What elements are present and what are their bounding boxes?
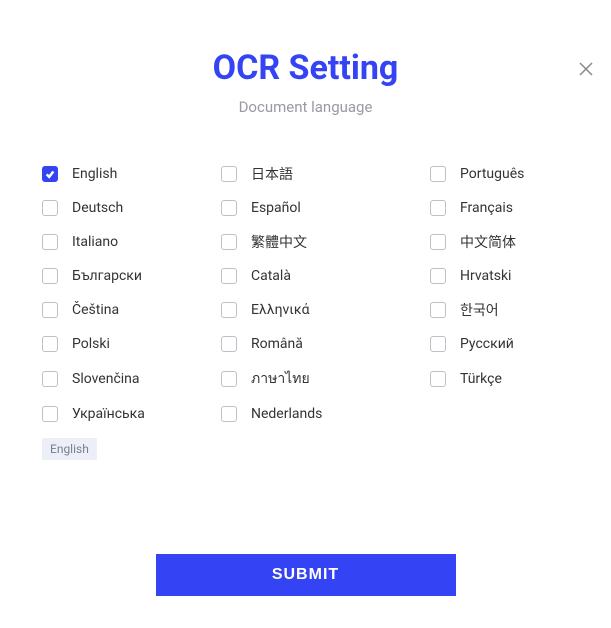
language-checkbox[interactable] <box>221 336 237 352</box>
selected-language-tag[interactable]: English <box>42 438 97 460</box>
language-option[interactable]: Українська <box>42 406 211 422</box>
language-checkbox[interactable] <box>430 336 446 352</box>
language-label: Polski <box>72 336 110 352</box>
language-label: Nederlands <box>251 406 322 422</box>
language-label: Slovenčina <box>72 371 140 387</box>
language-checkbox[interactable] <box>430 371 446 387</box>
language-checkbox[interactable] <box>42 336 58 352</box>
language-option[interactable]: Nederlands <box>221 406 390 422</box>
language-label: ภาษาไทย <box>251 368 310 390</box>
language-checkbox[interactable] <box>221 302 237 318</box>
language-label: Русский <box>460 336 514 352</box>
page-subtitle: Document language <box>0 98 611 116</box>
language-label: 中文简体 <box>460 232 516 252</box>
language-checkbox[interactable] <box>430 234 446 250</box>
language-grid: English 日本語 Português Deutsch Español Françai… <box>0 164 611 422</box>
language-option[interactable]: Čeština <box>42 300 211 320</box>
language-label: Italiano <box>72 234 118 250</box>
language-option[interactable]: Polski <box>42 336 211 352</box>
language-label: Ελληνικά <box>251 302 310 318</box>
language-option[interactable]: English <box>42 164 211 184</box>
language-option[interactable]: Português <box>400 164 569 184</box>
language-checkbox[interactable] <box>42 302 58 318</box>
language-checkbox[interactable] <box>42 371 58 387</box>
language-option[interactable]: Italiano <box>42 232 211 252</box>
language-checkbox[interactable] <box>42 166 58 182</box>
language-checkbox[interactable] <box>221 268 237 284</box>
language-label: Deutsch <box>72 200 123 216</box>
language-option[interactable]: Ελληνικά <box>221 300 390 320</box>
language-checkbox[interactable] <box>221 406 237 422</box>
language-option[interactable]: Русский <box>400 336 569 352</box>
close-button[interactable] <box>577 60 595 78</box>
language-checkbox[interactable] <box>430 302 446 318</box>
language-label: 日本語 <box>251 164 293 184</box>
language-checkbox[interactable] <box>430 166 446 182</box>
language-option[interactable]: Türkçe <box>400 368 569 390</box>
language-label: Português <box>460 166 524 182</box>
language-checkbox[interactable] <box>42 234 58 250</box>
selected-tag-row: English <box>0 422 611 460</box>
language-label: Català <box>251 268 291 284</box>
language-checkbox[interactable] <box>430 200 446 216</box>
language-label: Español <box>251 200 301 216</box>
language-checkbox[interactable] <box>430 268 446 284</box>
language-checkbox[interactable] <box>221 200 237 216</box>
language-label: Čeština <box>72 302 119 318</box>
language-label: 繁體中文 <box>251 232 307 252</box>
language-checkbox[interactable] <box>221 371 237 387</box>
language-option[interactable]: ภาษาไทย <box>221 368 390 390</box>
language-label: Български <box>72 268 142 284</box>
language-checkbox[interactable] <box>42 268 58 284</box>
language-checkbox[interactable] <box>42 200 58 216</box>
language-label: Hrvatski <box>460 268 511 284</box>
language-option[interactable]: 繁體中文 <box>221 232 390 252</box>
page-title: OCR Setting <box>0 48 611 88</box>
language-option[interactable]: 한국어 <box>400 300 569 320</box>
close-icon <box>579 62 593 76</box>
language-label: English <box>72 166 117 182</box>
language-option[interactable]: Български <box>42 268 211 284</box>
language-label: 한국어 <box>460 300 499 320</box>
language-checkbox[interactable] <box>221 234 237 250</box>
language-option[interactable]: Català <box>221 268 390 284</box>
language-option[interactable]: Hrvatski <box>400 268 569 284</box>
language-checkbox[interactable] <box>42 406 58 422</box>
language-label: Українська <box>72 406 145 422</box>
language-option[interactable]: Slovenčina <box>42 368 211 390</box>
language-label: Română <box>251 336 303 352</box>
language-option[interactable]: 日本語 <box>221 164 390 184</box>
language-option[interactable]: Română <box>221 336 390 352</box>
language-checkbox[interactable] <box>221 166 237 182</box>
language-option[interactable]: 中文简体 <box>400 232 569 252</box>
language-option[interactable]: Français <box>400 200 569 216</box>
check-icon <box>45 169 55 179</box>
language-label: Français <box>460 200 513 216</box>
language-option[interactable]: Español <box>221 200 390 216</box>
submit-button[interactable]: SUBMIT <box>156 554 456 596</box>
language-label: Türkçe <box>460 371 502 387</box>
language-option[interactable]: Deutsch <box>42 200 211 216</box>
